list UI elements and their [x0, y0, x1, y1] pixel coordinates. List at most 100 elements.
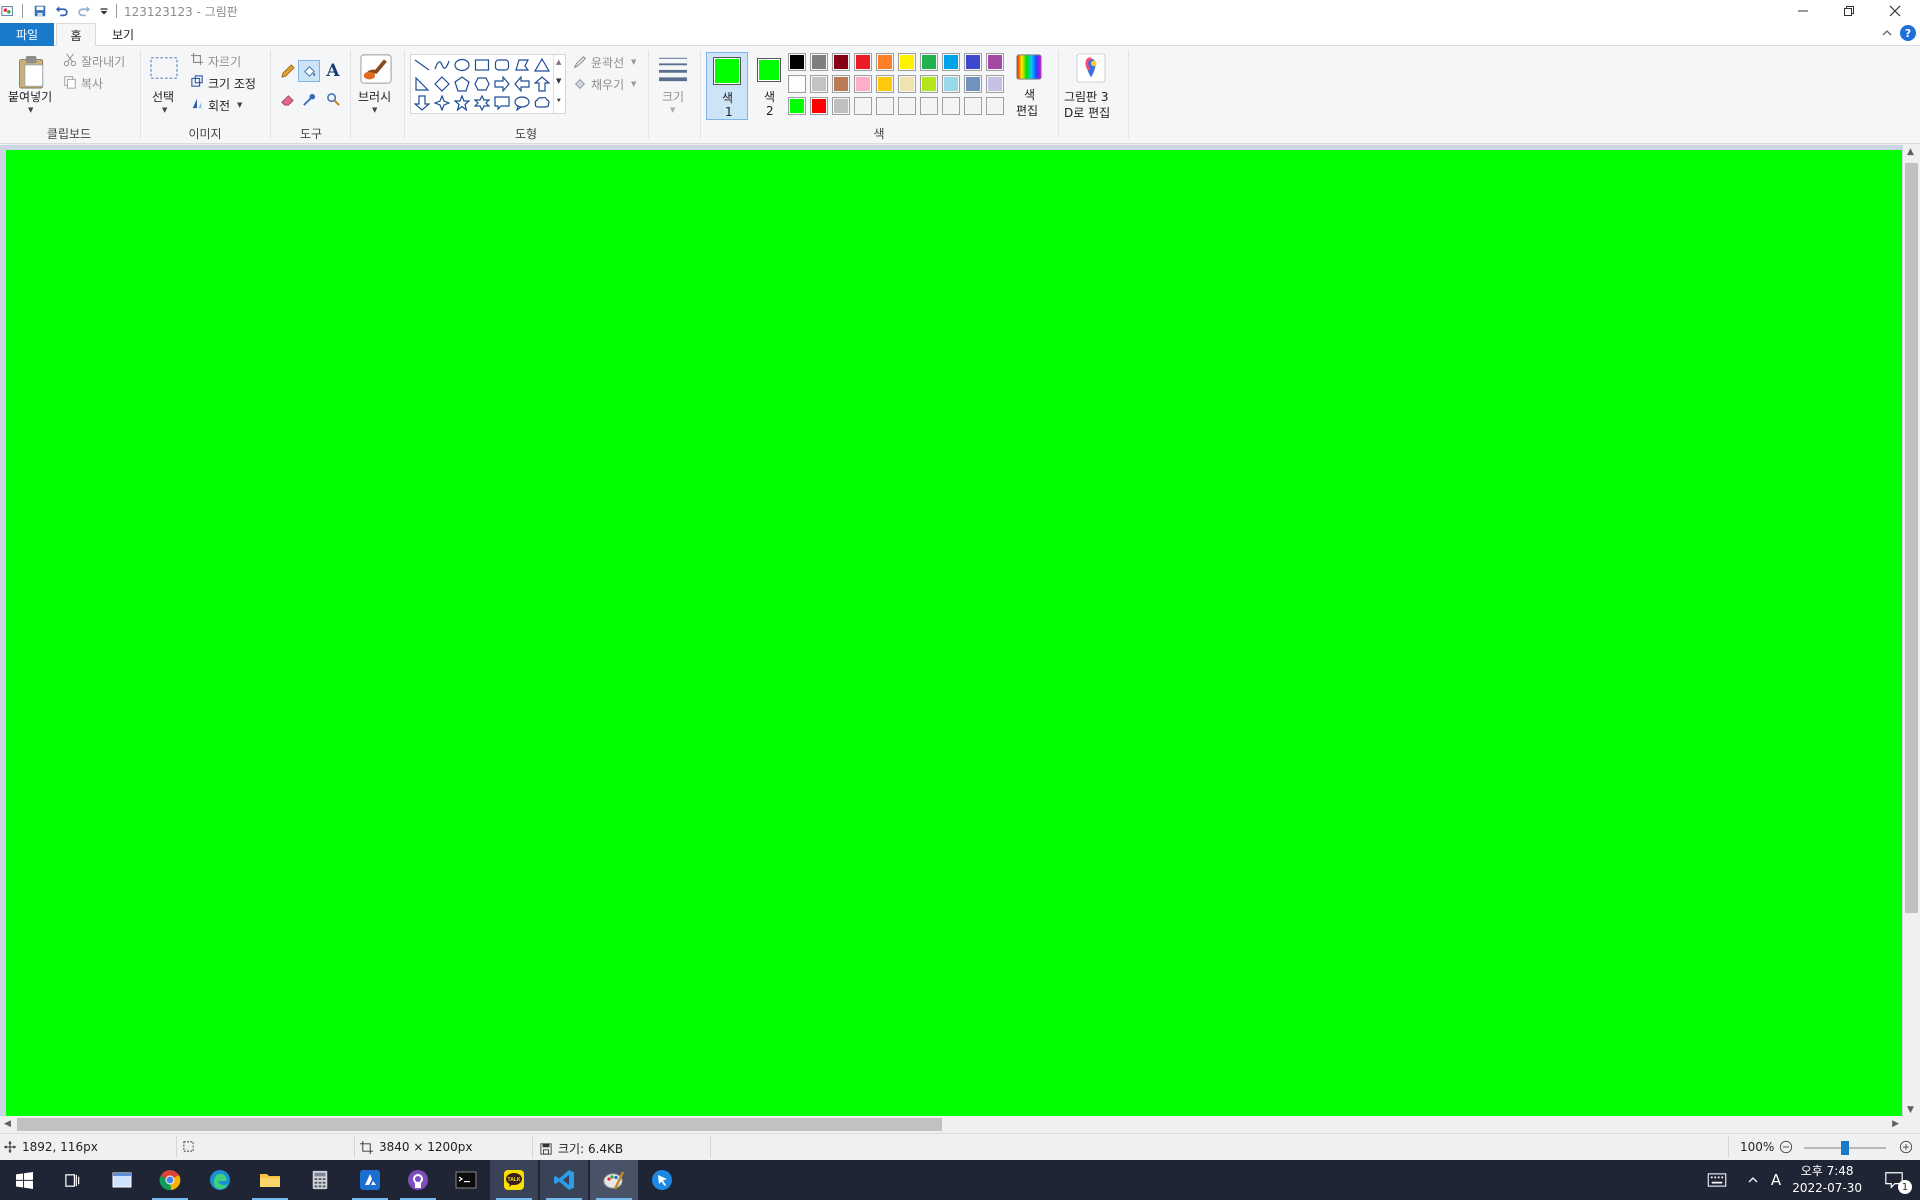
azure-icon[interactable]: [346, 1160, 394, 1200]
tab-view[interactable]: 보기: [100, 23, 146, 46]
horizontal-scroll-thumb[interactable]: [17, 1118, 942, 1131]
copy-button[interactable]: 복사: [81, 75, 103, 92]
palette-swatch[interactable]: [854, 75, 872, 93]
horizontal-scrollbar[interactable]: ◀ ▶: [0, 1116, 1903, 1133]
palette-swatch[interactable]: [810, 53, 828, 71]
color2-button[interactable]: 색 2: [752, 52, 792, 120]
palette-swatch[interactable]: [810, 75, 828, 93]
palette-swatch[interactable]: [920, 97, 938, 115]
line-shape-icon[interactable]: [413, 56, 431, 74]
brushes-dropdown-icon[interactable]: ▼: [372, 106, 377, 114]
drawing-canvas[interactable]: [6, 150, 1902, 1116]
rect-callout-shape-icon[interactable]: [493, 94, 511, 112]
cursor-app-icon[interactable]: [638, 1160, 686, 1200]
paste-dropdown-icon[interactable]: ▼: [28, 106, 33, 114]
five-point-star-shape-icon[interactable]: [453, 94, 471, 112]
select-dropdown-icon[interactable]: ▼: [162, 106, 167, 114]
file-explorer-icon[interactable]: [246, 1160, 294, 1200]
pentagon-shape-icon[interactable]: [453, 75, 471, 93]
select-label[interactable]: 선택: [152, 88, 174, 105]
customize-quick-access-icon[interactable]: [96, 3, 112, 19]
close-button[interactable]: [1872, 0, 1918, 22]
palette-swatch[interactable]: [986, 75, 1004, 93]
edit-colors-icon[interactable]: [1014, 52, 1044, 82]
vertical-scrollbar[interactable]: ▲ ▼: [1903, 145, 1920, 1117]
palette-swatch[interactable]: [986, 53, 1004, 71]
undo-icon[interactable]: [54, 3, 70, 19]
zoom-in-icon[interactable]: [1898, 1139, 1914, 1155]
fill-button[interactable]: 채우기: [591, 76, 624, 93]
color-picker-icon[interactable]: [298, 88, 320, 110]
minimize-button[interactable]: [1780, 0, 1826, 22]
outline-button[interactable]: 윤곽선: [591, 54, 624, 71]
rotate-dropdown-icon[interactable]: ▼: [237, 101, 242, 109]
crop-button[interactable]: 자르기: [208, 53, 241, 70]
palette-swatch[interactable]: [832, 97, 850, 115]
paste-icon[interactable]: [14, 52, 50, 92]
palette-swatch[interactable]: [788, 75, 806, 93]
palette-swatch[interactable]: [964, 53, 982, 71]
pencil-icon[interactable]: [276, 60, 298, 82]
fill-bucket-icon[interactable]: [298, 60, 320, 82]
palette-swatch[interactable]: [832, 75, 850, 93]
outline-dropdown-icon[interactable]: ▼: [631, 58, 636, 66]
right-arrow-shape-icon[interactable]: [493, 75, 511, 93]
cloud-callout-shape-icon[interactable]: [533, 94, 551, 112]
save-icon[interactable]: [32, 3, 48, 19]
window-icon[interactable]: [98, 1160, 146, 1200]
vertical-scroll-thumb[interactable]: [1905, 163, 1918, 913]
chevron-up-icon[interactable]: [1880, 26, 1894, 40]
shape-gallery-scroll[interactable]: ▲ ▼ ⯆: [553, 55, 565, 113]
polygon-shape-icon[interactable]: [513, 56, 531, 74]
tray-overflow-chevron-icon[interactable]: [1742, 1160, 1764, 1200]
scroll-down-icon[interactable]: ▼: [1907, 1105, 1914, 1115]
clock[interactable]: 오후 7:48 2022-07-30: [1792, 1163, 1862, 1197]
palette-swatch[interactable]: [832, 53, 850, 71]
terminal-icon[interactable]: [442, 1160, 490, 1200]
oval-shape-icon[interactable]: [453, 56, 471, 74]
size-button[interactable]: 크기: [662, 88, 684, 105]
palette-swatch[interactable]: [788, 53, 806, 71]
tab-file[interactable]: 파일: [0, 23, 54, 46]
palette-swatch[interactable]: [964, 75, 982, 93]
palette-swatch[interactable]: [942, 75, 960, 93]
zoom-slider-thumb[interactable]: [1841, 1141, 1849, 1155]
hexagon-shape-icon[interactable]: [473, 75, 491, 93]
paste-label[interactable]: 붙여넣기: [8, 88, 52, 105]
palette-swatch[interactable]: [898, 97, 916, 115]
fill-dropdown-icon[interactable]: ▼: [631, 80, 636, 88]
restore-button[interactable]: [1826, 0, 1872, 22]
eraser-icon[interactable]: [276, 88, 298, 110]
triangle-shape-icon[interactable]: [533, 56, 551, 74]
size-dropdown-icon[interactable]: ▼: [670, 106, 675, 114]
start-icon[interactable]: [0, 1160, 48, 1200]
kakaotalk-icon[interactable]: TALK: [490, 1160, 538, 1200]
brush-icon[interactable]: [358, 52, 394, 86]
magnifier-icon[interactable]: [322, 88, 344, 110]
palette-swatch[interactable]: [810, 97, 828, 115]
zoom-slider[interactable]: [1804, 1141, 1886, 1155]
cut-button[interactable]: 잘라내기: [81, 53, 125, 70]
right-triangle-shape-icon[interactable]: [413, 75, 431, 93]
left-arrow-shape-icon[interactable]: [513, 75, 531, 93]
notification-center-icon[interactable]: 1: [1874, 1160, 1914, 1200]
palette-swatch[interactable]: [898, 53, 916, 71]
palette-swatch[interactable]: [876, 53, 894, 71]
four-point-star-shape-icon[interactable]: [433, 94, 451, 112]
rectangle-shape-icon[interactable]: [473, 56, 491, 74]
down-arrow-shape-icon[interactable]: [413, 94, 431, 112]
task-view-icon[interactable]: [48, 1160, 96, 1200]
calculator-icon[interactable]: [296, 1160, 344, 1200]
palette-swatch[interactable]: [898, 75, 916, 93]
up-arrow-shape-icon[interactable]: [533, 75, 551, 93]
zoom-out-icon[interactable]: [1778, 1139, 1794, 1155]
scroll-left-icon[interactable]: ◀: [4, 1119, 11, 1129]
diamond-shape-icon[interactable]: [433, 75, 451, 93]
curve-shape-icon[interactable]: [433, 56, 451, 74]
rounded-rectangle-shape-icon[interactable]: [493, 56, 511, 74]
paint-icon[interactable]: [590, 1160, 638, 1200]
oval-callout-shape-icon[interactable]: [513, 94, 531, 112]
palette-swatch[interactable]: [942, 53, 960, 71]
palette-swatch[interactable]: [876, 97, 894, 115]
paint3d-icon[interactable]: [1074, 52, 1108, 84]
